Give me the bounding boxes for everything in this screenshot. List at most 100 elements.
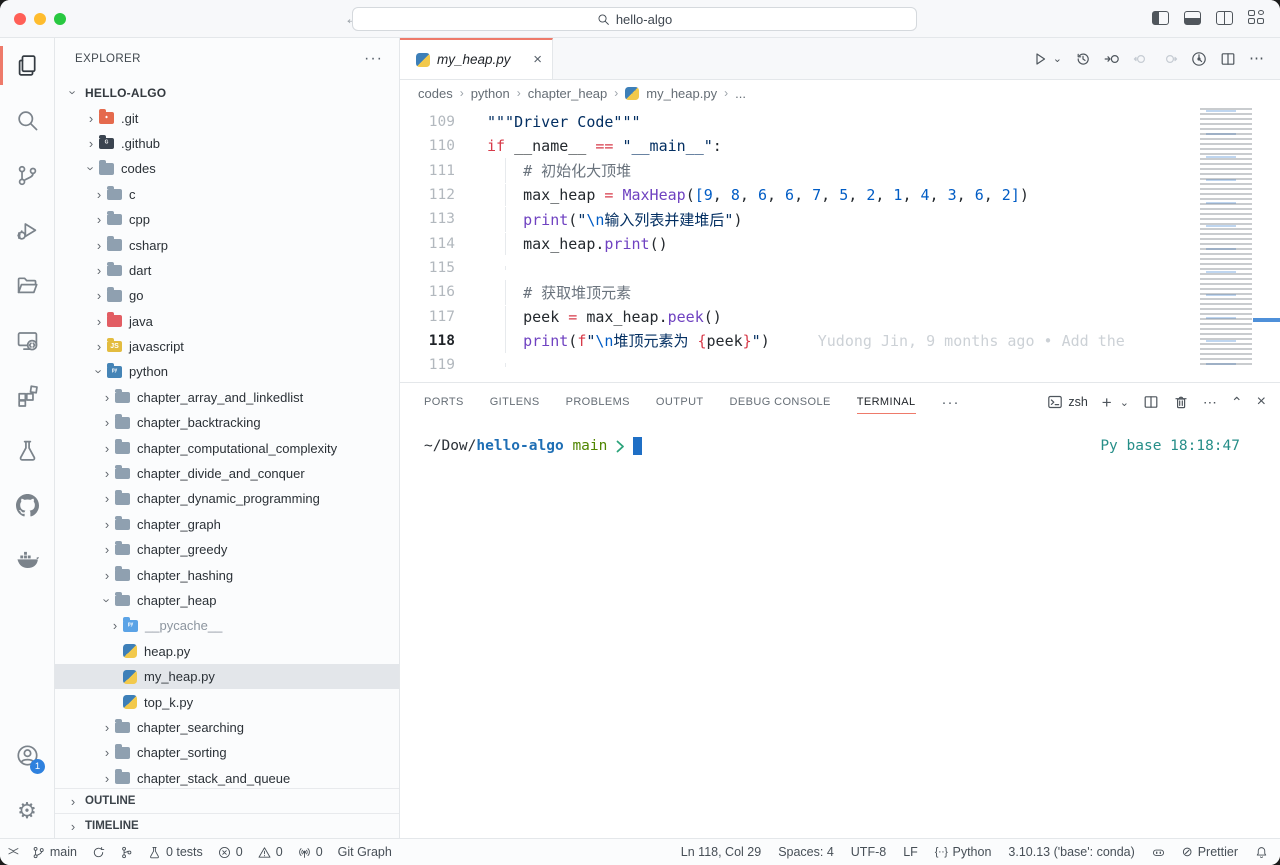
close-window-button[interactable]: [14, 13, 26, 25]
git-sync-icon[interactable]: [92, 846, 105, 859]
panel-tab-terminal[interactable]: TERMINAL: [857, 383, 916, 421]
notifications-bell[interactable]: [1255, 846, 1268, 859]
eol-status[interactable]: LF: [903, 845, 918, 859]
ports-status[interactable]: 0: [298, 845, 323, 859]
tree-item-javascript[interactable]: ›JSjavascript: [55, 334, 399, 359]
activity-bar-docker-icon[interactable]: [0, 533, 54, 588]
run-icon[interactable]: [1032, 51, 1048, 67]
tree-item-heap-py[interactable]: heap.py: [55, 639, 399, 664]
panel-tab-output[interactable]: OUTPUT: [656, 383, 704, 421]
split-editor-layout-icon[interactable]: [1216, 11, 1233, 25]
code-line-113[interactable]: 113 print("\n输入列表并建堆后"): [400, 207, 1190, 231]
prettier-status[interactable]: ⊘Prettier: [1182, 844, 1238, 860]
tree-item-cpp[interactable]: ›cpp: [55, 207, 399, 232]
activity-bar-explorer-icon[interactable]: [0, 38, 54, 93]
activity-bar-remote-explorer-icon[interactable]: [0, 313, 54, 368]
test-status[interactable]: 0 tests: [148, 845, 203, 859]
problems-status[interactable]: 0: [218, 845, 243, 859]
breadcrumb-item[interactable]: python: [471, 86, 510, 101]
indentation-status[interactable]: Spaces: 4: [778, 845, 834, 859]
panel-tab-problems[interactable]: PROBLEMS: [566, 383, 630, 421]
maximize-window-button[interactable]: [54, 13, 66, 25]
tree-item-codes[interactable]: ›codes: [55, 156, 399, 181]
more-actions-icon[interactable]: ⋯: [1249, 51, 1264, 66]
toggle-panel-icon[interactable]: [1184, 11, 1201, 25]
tree-item-chapter-backtracking[interactable]: ›chapter_backtracking: [55, 410, 399, 435]
code-line-115[interactable]: 115: [400, 256, 1190, 280]
cursor-position[interactable]: Ln 118, Col 29: [681, 845, 761, 859]
activity-bar-accounts-icon[interactable]: 1: [0, 728, 54, 783]
git-branch-status[interactable]: main: [32, 845, 77, 859]
tree-item--github[interactable]: ›ᴳ.github: [55, 131, 399, 156]
terminal-content[interactable]: ~/Dow/hello-algo main Py base 18:18:47: [400, 421, 1280, 838]
close-panel-icon[interactable]: ×: [1257, 394, 1266, 410]
code-line-109[interactable]: 109"""Driver Code""": [400, 110, 1190, 134]
tree-item-go[interactable]: ›go: [55, 283, 399, 308]
tree-item--git[interactable]: ›⬩.git: [55, 105, 399, 130]
customize-layout-icon[interactable]: [1248, 10, 1266, 25]
activity-bar-run-debug-icon[interactable]: [0, 203, 54, 258]
new-terminal-icon[interactable]: +: [1102, 394, 1112, 411]
remote-indicator[interactable]: ><: [8, 846, 17, 858]
tree-item-c[interactable]: ›c: [55, 182, 399, 207]
code-line-110[interactable]: 110if __name__ == "__main__":: [400, 134, 1190, 158]
tree-item-chapter-sorting[interactable]: ›chapter_sorting: [55, 740, 399, 765]
tree-item-top-k-py[interactable]: top_k.py: [55, 689, 399, 714]
tree-item--pycache-[interactable]: ›ᵖʸ__pycache__: [55, 613, 399, 638]
run-dropdown-icon[interactable]: ⌄: [1053, 52, 1062, 65]
minimap[interactable]: [1196, 108, 1266, 366]
tree-item-chapter-stack-and-queue[interactable]: ›chapter_stack_and_queue: [55, 766, 399, 788]
activity-bar-source-control-icon[interactable]: [0, 148, 54, 203]
activity-bar-testing-icon[interactable]: [0, 423, 54, 478]
code-line-117[interactable]: 117 peek = max_heap.peek(): [400, 304, 1190, 328]
gitlens-graph-icon[interactable]: [1191, 51, 1207, 67]
panel-more-tabs-icon[interactable]: ···: [942, 394, 960, 411]
code-editor[interactable]: 109"""Driver Code"""110if __name__ == "_…: [400, 106, 1280, 382]
panel-tab-debug-console[interactable]: DEBUG CONSOLE: [730, 383, 831, 421]
tree-item-csharp[interactable]: ›csharp: [55, 232, 399, 257]
git-graph-icon[interactable]: [120, 846, 133, 859]
panel-more-actions-icon[interactable]: ⋯: [1203, 395, 1217, 409]
encoding-status[interactable]: UTF-8: [851, 845, 886, 859]
split-terminal-icon[interactable]: [1143, 394, 1159, 410]
git-graph-label[interactable]: Git Graph: [338, 845, 392, 859]
kill-terminal-icon[interactable]: [1173, 394, 1189, 410]
code-line-114[interactable]: 114 max_heap.print(): [400, 231, 1190, 255]
tree-item-chapter-greedy[interactable]: ›chapter_greedy: [55, 537, 399, 562]
code-line-116[interactable]: 116 # 获取堆顶元素: [400, 280, 1190, 304]
breadcrumb-symbol-tail[interactable]: ...: [735, 86, 746, 101]
tree-item-chapter-dynamic-programming[interactable]: ›chapter_dynamic_programming: [55, 486, 399, 511]
explorer-more-actions-icon[interactable]: ···: [364, 50, 383, 68]
tree-item-chapter-hashing[interactable]: ›chapter_hashing: [55, 562, 399, 587]
breadcrumb-item[interactable]: codes: [418, 86, 453, 101]
tree-item-hello-algo[interactable]: ›HELLO-ALGO: [55, 80, 399, 105]
activity-bar-extensions-icon[interactable]: [0, 368, 54, 423]
panel-tab-ports[interactable]: PORTS: [424, 383, 464, 421]
maximize-panel-icon[interactable]: ⌃: [1231, 395, 1243, 409]
copilot-status[interactable]: [1152, 846, 1165, 859]
tree-item-chapter-divide-and-conquer[interactable]: ›chapter_divide_and_conquer: [55, 461, 399, 486]
launch-profile-dropdown-icon[interactable]: ⌄: [1120, 396, 1129, 409]
code-line-112[interactable]: 112 max_heap = MaxHeap([9, 8, 6, 6, 7, 5…: [400, 183, 1190, 207]
code-line-111[interactable]: 111 # 初始化大顶堆: [400, 159, 1190, 183]
activity-bar-project-folder-icon[interactable]: [0, 258, 54, 313]
file-history-icon[interactable]: [1075, 51, 1091, 67]
tree-item-dart[interactable]: ›dart: [55, 258, 399, 283]
toggle-sidebar-icon[interactable]: [1152, 11, 1169, 25]
navigate-forward-disabled-icon[interactable]: [1162, 51, 1178, 67]
sidebar-section-outline[interactable]: ›OUTLINE: [55, 788, 399, 813]
tree-item-chapter-graph[interactable]: ›chapter_graph: [55, 512, 399, 537]
tree-item-java[interactable]: ›java: [55, 309, 399, 334]
language-mode[interactable]: {··}Python: [935, 845, 992, 859]
sidebar-section-timeline[interactable]: ›TIMELINE: [55, 813, 399, 838]
activity-bar-github-icon[interactable]: [0, 478, 54, 533]
tree-item-chapter-heap[interactable]: ›chapter_heap: [55, 588, 399, 613]
minimize-window-button[interactable]: [34, 13, 46, 25]
breadcrumb-item[interactable]: chapter_heap: [528, 86, 608, 101]
tree-item-chapter-computational-complexity[interactable]: ›chapter_computational_complexity: [55, 435, 399, 460]
code-line-119[interactable]: 119: [400, 353, 1190, 377]
close-tab-icon[interactable]: ×: [533, 51, 542, 68]
compare-changes-icon[interactable]: [1104, 51, 1120, 67]
panel-tab-gitlens[interactable]: GITLENS: [490, 383, 540, 421]
warnings-status[interactable]: 0: [258, 845, 283, 859]
